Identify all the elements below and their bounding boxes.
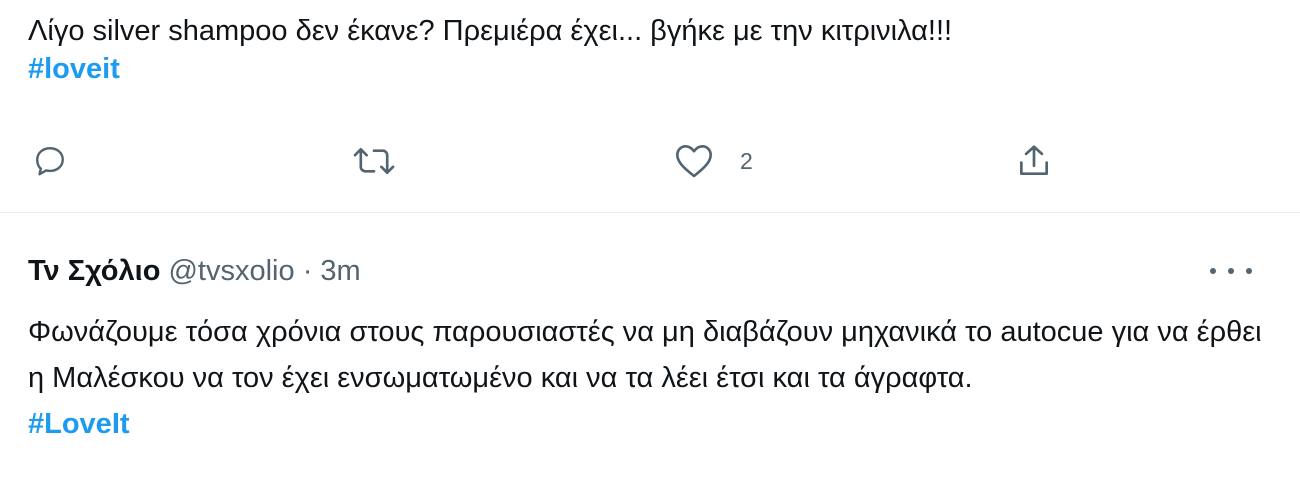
heart-icon (676, 144, 712, 178)
tweet-1-text: Λίγο silver shampoo δεν έκανε? Πρεμιέρα … (28, 15, 953, 47)
more-dots-icon (1210, 268, 1216, 274)
tweet-2-header: Τν Σχόλιο @tvsxolio · 3m (28, 253, 361, 289)
share-icon (1019, 145, 1049, 176)
like-button[interactable]: 2 (674, 136, 753, 186)
author-name[interactable]: Τν Σχόλιο (28, 255, 160, 287)
reply-icon (36, 147, 64, 176)
author-handle[interactable]: @tvsxolio (168, 255, 294, 287)
tweet-2-text-block: Φωνάζουμε τόσα χρόνια στους παρουσιαστές… (28, 309, 1268, 447)
tweet-2: Τν Σχόλιο @tvsxolio · 3m Φωνάζουμε τόσα … (0, 213, 1300, 503)
more-options-button[interactable] (1210, 261, 1252, 281)
retweet-icon (353, 147, 395, 175)
tweet-1-action-bar: 2 (0, 136, 1300, 186)
tweet-1: Λίγο silver shampoo δεν έκανε? Πρεμιέρα … (0, 0, 1300, 213)
tweet-2-hashtag-link[interactable]: #LoveIt (28, 401, 1268, 447)
retweet-button[interactable] (352, 136, 396, 186)
reply-button[interactable] (32, 136, 68, 186)
tweet-1-hashtag-link[interactable]: #loveit (28, 50, 1278, 88)
like-count: 2 (740, 147, 753, 174)
tweet-1-text-block: Λίγο silver shampoo δεν έκανε? Πρεμιέρα … (28, 12, 1278, 88)
separator-dot: · (302, 255, 313, 287)
timestamp[interactable]: 3m (320, 255, 360, 287)
share-button[interactable] (1015, 136, 1053, 186)
tweet-2-text: Φωνάζουμε τόσα χρόνια στους παρουσιαστές… (28, 316, 1262, 394)
